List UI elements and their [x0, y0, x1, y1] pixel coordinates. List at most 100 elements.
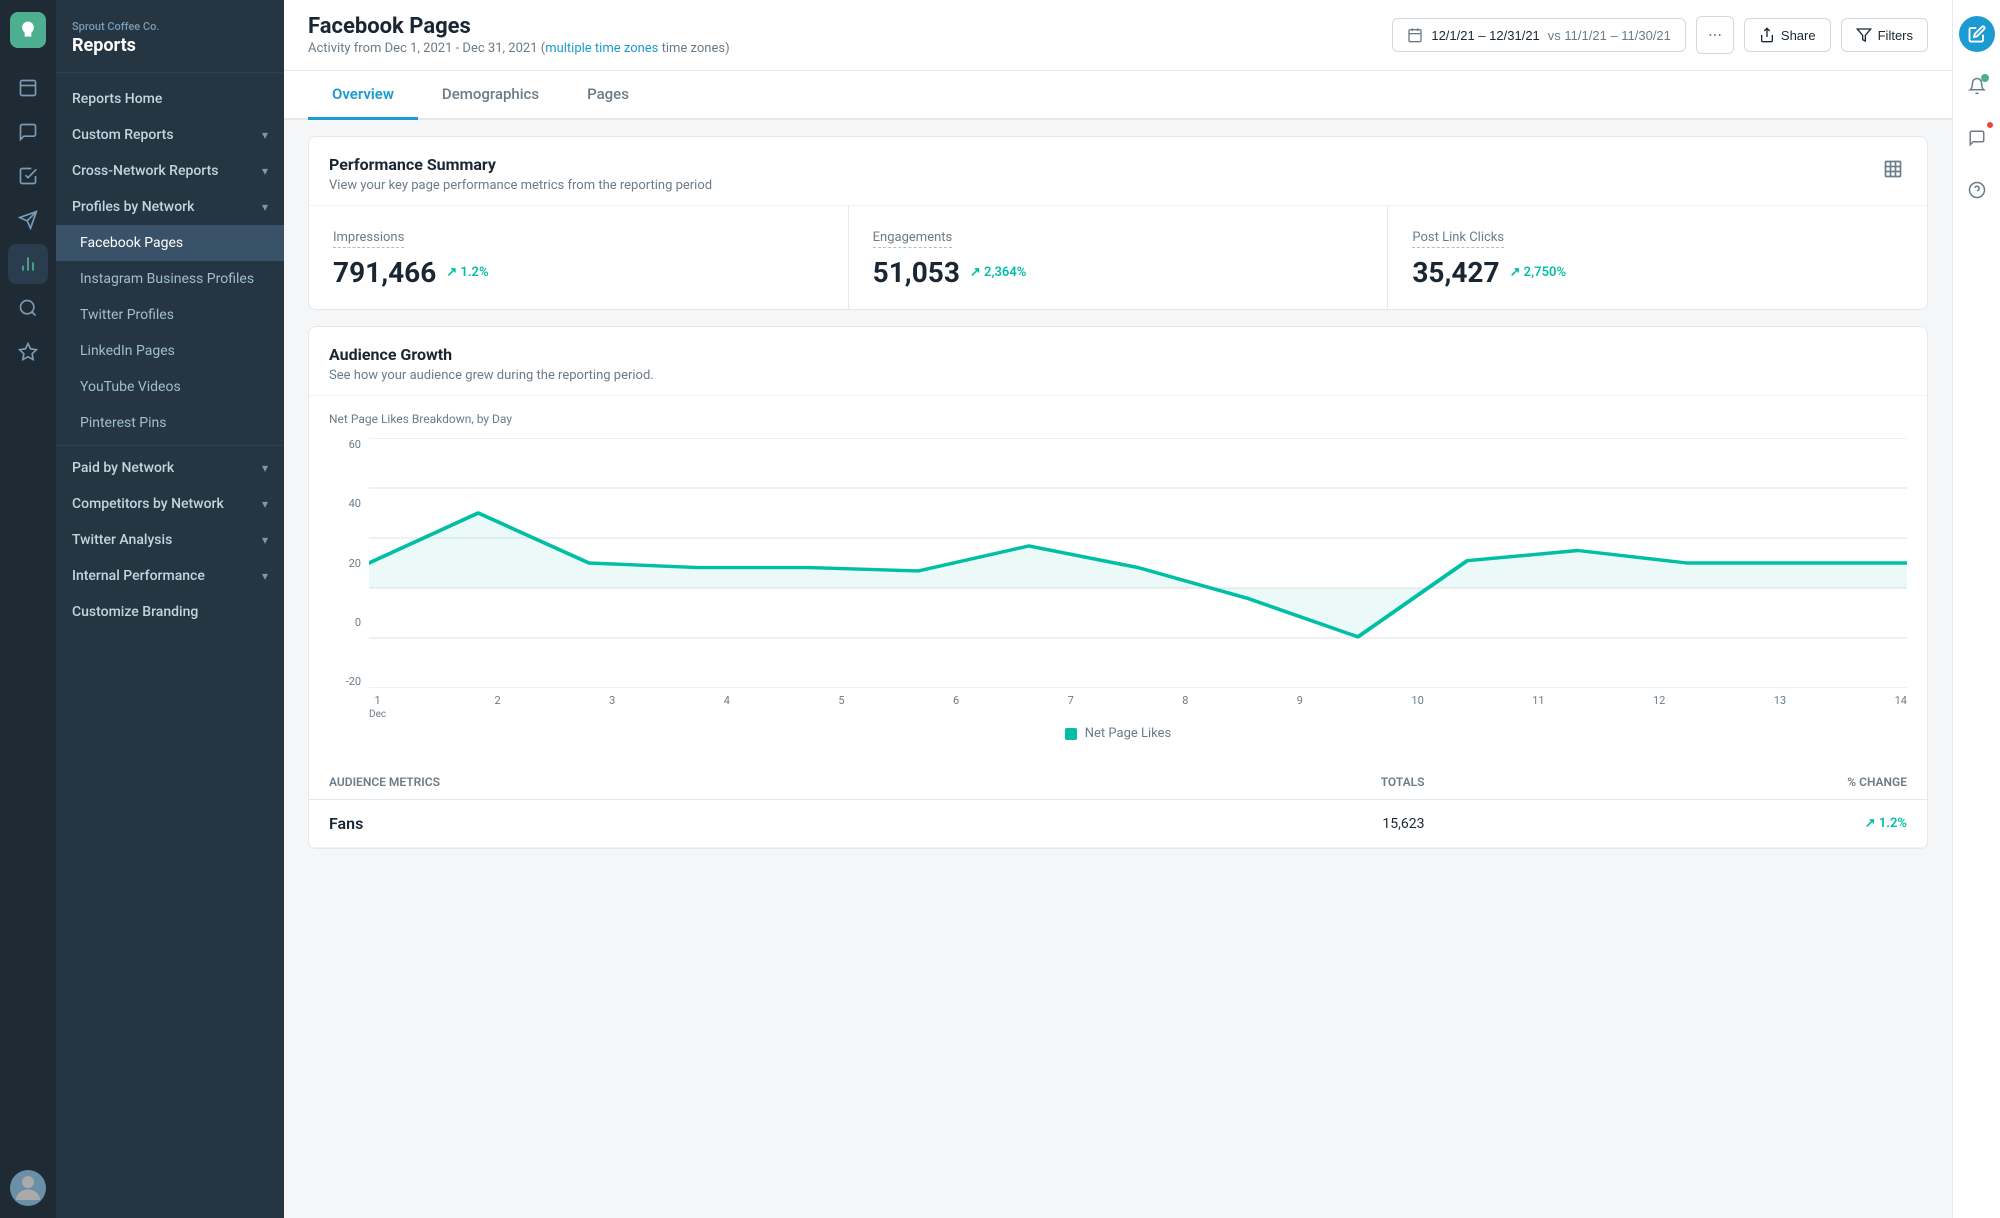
nav-inbox[interactable]	[8, 112, 48, 152]
content-area: Performance Summary View your key page p…	[284, 120, 1952, 1218]
table-icon	[1883, 159, 1903, 179]
edit-icon	[1968, 25, 1986, 43]
nav-tasks[interactable]	[8, 156, 48, 196]
chevron-down-icon: ▾	[262, 200, 268, 214]
nav-stars[interactable]	[8, 332, 48, 372]
nav-listening[interactable]	[8, 288, 48, 328]
sidebar-item-custom-reports[interactable]: Custom Reports ▾	[56, 117, 284, 153]
sidebar-item-customize-branding[interactable]: Customize Branding	[56, 594, 284, 630]
performance-summary-subtitle: View your key page performance metrics f…	[329, 178, 712, 193]
table-header-row: Audience Metrics Totals % Change	[309, 765, 1927, 800]
table-view-button[interactable]	[1879, 155, 1907, 187]
y-label-60: 60	[329, 438, 361, 451]
nav-compose[interactable]	[8, 68, 48, 108]
post-link-clicks-change: ↗ 2,750%	[1510, 265, 1566, 280]
sidebar-nav: Reports Home Custom Reports ▾ Cross-Netw…	[56, 73, 284, 638]
ellipsis-icon	[1707, 27, 1723, 43]
app-logo[interactable]	[10, 12, 46, 48]
icon-bar	[0, 0, 56, 1218]
tab-pages[interactable]: Pages	[563, 71, 653, 120]
sidebar-item-linkedin[interactable]: LinkedIn Pages	[56, 333, 284, 369]
chart-label: Net Page Likes Breakdown, by Day	[329, 412, 1907, 426]
calendar-icon	[1407, 27, 1423, 43]
col-header-change: % Change	[1444, 765, 1927, 800]
timezone-link[interactable]: multiple time zones	[545, 41, 658, 56]
fans-total: 15,623	[1039, 800, 1444, 848]
chevron-down-icon: ▾	[262, 497, 268, 511]
y-label-20: 20	[329, 557, 361, 570]
nav-publish[interactable]	[8, 200, 48, 240]
topbar-left: Facebook Pages Activity from Dec 1, 2021…	[308, 14, 730, 56]
y-label-0: 0	[329, 616, 361, 629]
sidebar-item-profiles-by-network[interactable]: Profiles by Network ▾	[56, 189, 284, 225]
tabs-bar: Overview Demographics Pages	[284, 71, 1952, 120]
chart-area: 60 40 20 0 -20	[329, 438, 1907, 718]
sidebar-item-competitors[interactable]: Competitors by Network ▾	[56, 486, 284, 522]
share-button[interactable]: Share	[1744, 18, 1831, 52]
sidebar-item-cross-network[interactable]: Cross-Network Reports ▾	[56, 153, 284, 189]
notification-dot	[1981, 74, 1989, 82]
notifications-button[interactable]	[1959, 68, 1995, 104]
filters-icon	[1856, 27, 1872, 43]
audience-growth-header: Audience Growth See how your audience gr…	[309, 327, 1927, 396]
audience-metrics-table: Audience Metrics Totals % Change Fans 15…	[309, 765, 1927, 848]
metric-post-link-clicks: Post Link Clicks 35,427 ↗ 2,750%	[1388, 206, 1927, 309]
sidebar-item-instagram[interactable]: Instagram Business Profiles	[56, 261, 284, 297]
metrics-row: Impressions 791,466 ↗ 1.2% Engagements 5…	[309, 206, 1927, 309]
tab-overview[interactable]: Overview	[308, 71, 418, 120]
chevron-down-icon: ▾	[262, 569, 268, 583]
x-label-8: 8	[1182, 694, 1188, 707]
sidebar-header: Sprout Coffee Co. Reports	[56, 0, 284, 73]
sidebar-item-twitter-analysis[interactable]: Twitter Analysis ▾	[56, 522, 284, 558]
audience-growth-title: Audience Growth	[329, 345, 654, 364]
share-icon	[1759, 27, 1775, 43]
x-label-4: 4	[724, 694, 730, 707]
metric-name-fans: Fans	[309, 800, 1039, 848]
nav-analytics[interactable]	[8, 244, 48, 284]
fans-change: ↗ 1.2%	[1444, 800, 1927, 848]
chart-x-axis: 1Dec 2 3 4 5 6 7 8 9 10 11 12 13 14	[369, 688, 1907, 718]
x-label-10: 10	[1411, 694, 1423, 707]
chart-legend: Net Page Likes	[329, 718, 1907, 757]
date-range-button[interactable]: 12/1/21 – 12/31/21 vs 11/1/21 – 11/30/21	[1392, 18, 1686, 52]
chevron-down-icon: ▾	[262, 128, 268, 142]
sidebar-item-twitter-profiles[interactable]: Twitter Profiles	[56, 297, 284, 333]
page-subtitle: Activity from Dec 1, 2021 - Dec 31, 2021…	[308, 41, 730, 56]
x-label-3: 3	[609, 694, 615, 707]
sidebar-item-youtube[interactable]: YouTube Videos	[56, 369, 284, 405]
x-label-7: 7	[1068, 694, 1074, 707]
sidebar-item-facebook-pages[interactable]: Facebook Pages	[56, 225, 284, 261]
sidebar-item-paid-by-network[interactable]: Paid by Network ▾	[56, 450, 284, 486]
post-link-clicks-value: 35,427	[1412, 256, 1499, 289]
chart-svg	[369, 438, 1907, 688]
sidebar: Sprout Coffee Co. Reports Reports Home C…	[56, 0, 284, 1218]
more-options-button[interactable]	[1696, 16, 1734, 54]
x-label-2: 2	[495, 694, 501, 707]
metric-impressions: Impressions 791,466 ↗ 1.2%	[309, 206, 849, 309]
sidebar-item-reports-home[interactable]: Reports Home	[56, 81, 284, 117]
filters-button[interactable]: Filters	[1841, 18, 1928, 52]
engagements-label: Engagements	[873, 230, 953, 248]
sidebar-item-pinterest[interactable]: Pinterest Pins	[56, 405, 284, 441]
help-icon	[1968, 181, 1986, 199]
sidebar-brand: Sprout Coffee Co.	[72, 20, 268, 33]
messages-button[interactable]	[1959, 120, 1995, 156]
post-link-clicks-label: Post Link Clicks	[1412, 230, 1504, 248]
impressions-change: ↗ 1.2%	[446, 265, 488, 280]
tab-demographics[interactable]: Demographics	[418, 71, 563, 120]
main-content: Facebook Pages Activity from Dec 1, 2021…	[284, 0, 1952, 1218]
sidebar-title: Reports	[72, 35, 268, 56]
help-button[interactable]	[1959, 172, 1995, 208]
user-avatar[interactable]	[10, 1170, 46, 1206]
sidebar-divider	[56, 445, 284, 446]
x-label-1: 1Dec	[369, 694, 386, 721]
page-title: Facebook Pages	[308, 14, 730, 39]
y-label-40: 40	[329, 497, 361, 510]
topbar-right: 12/1/21 – 12/31/21 vs 11/1/21 – 11/30/21…	[1392, 16, 1928, 54]
create-button[interactable]	[1959, 16, 1995, 52]
sidebar-item-internal-performance[interactable]: Internal Performance ▾	[56, 558, 284, 594]
message-badge	[1985, 120, 1995, 130]
chart-y-axis: 60 40 20 0 -20	[329, 438, 369, 688]
performance-summary-card: Performance Summary View your key page p…	[308, 136, 1928, 310]
legend-dot	[1065, 728, 1077, 740]
